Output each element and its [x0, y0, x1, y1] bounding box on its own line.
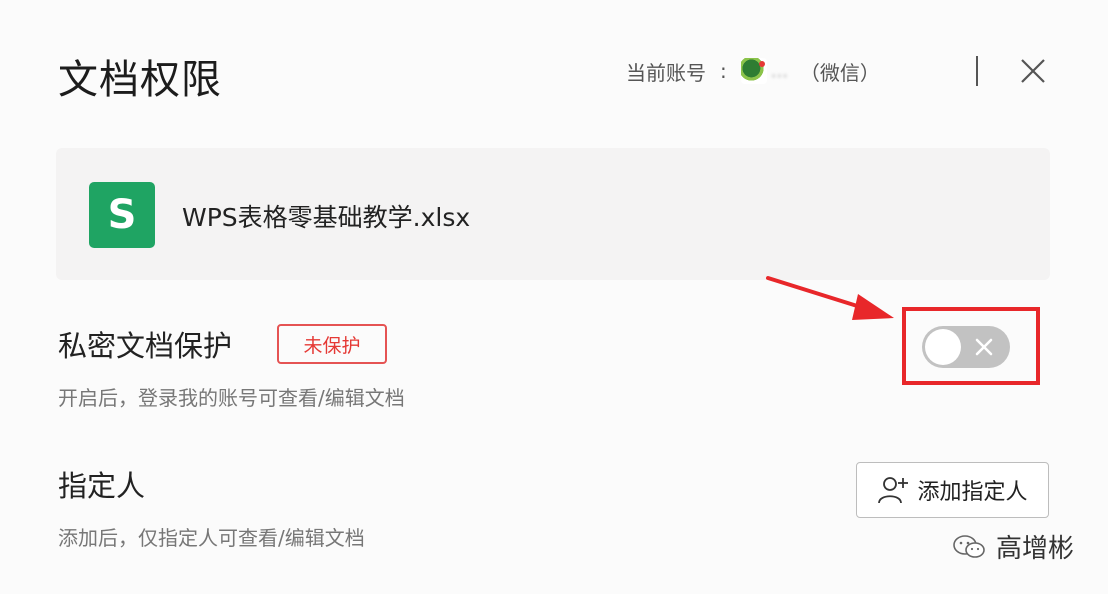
watermark: 高增彬 — [952, 528, 1074, 565]
toggle-off-x-icon — [975, 338, 993, 356]
account-colon: : — [720, 59, 727, 83]
toggle-knob — [925, 329, 961, 365]
spreadsheet-file-icon: S — [89, 182, 155, 248]
file-icon-letter: S — [107, 192, 137, 238]
add-user-icon — [878, 477, 909, 504]
add-designee-button[interactable]: 添加指定人 — [856, 462, 1049, 518]
header-divider — [976, 56, 978, 86]
close-button[interactable] — [1016, 54, 1050, 88]
watermark-text: 高增彬 — [996, 534, 1075, 564]
dialog-title: 文档权限 — [58, 57, 222, 103]
status-badge: 未保护 — [277, 324, 387, 364]
add-designee-label: 添加指定人 — [917, 480, 1028, 505]
wechat-icon — [953, 534, 985, 558]
current-account: 当前账号 : ... （微信） — [626, 56, 880, 86]
account-name: ... — [770, 60, 788, 82]
private-protection-title: 私密文档保护 — [58, 329, 233, 363]
account-label: 当前账号 — [626, 60, 706, 85]
file-card: S WPS表格零基础教学.xlsx — [56, 148, 1050, 280]
private-protection-description: 开启后，登录我的账号可查看/编辑文档 — [58, 386, 405, 410]
account-avatar — [740, 58, 767, 84]
close-icon — [1021, 59, 1045, 83]
account-platform: （微信） — [799, 60, 880, 85]
red-arrow-icon — [766, 276, 894, 320]
private-protection-toggle[interactable] — [922, 326, 1010, 368]
designee-description: 添加后，仅指定人可查看/编辑文档 — [58, 526, 365, 550]
file-name: WPS表格零基础教学.xlsx — [182, 203, 471, 232]
designee-title: 指定人 — [58, 469, 146, 503]
document-permission-dialog: 文档权限 当前账号 : ... （微信） S WPS表格零基础教学.xlsx 私… — [0, 0, 1108, 594]
